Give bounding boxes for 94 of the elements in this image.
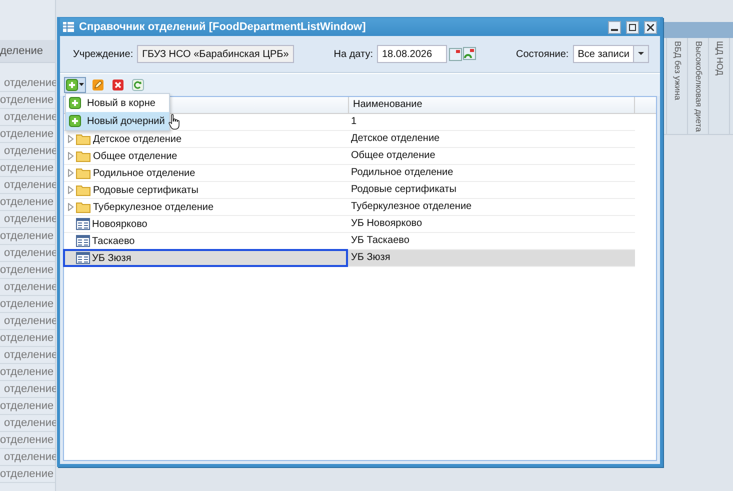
tree-node-label[interactable]: УБ Зюзя bbox=[92, 252, 132, 264]
plus-icon bbox=[66, 79, 78, 91]
column-header: ВБД без ужина bbox=[666, 38, 688, 134]
window-title: Справочник отделений [FoodDepartmentListWindow] bbox=[79, 21, 367, 33]
table-cell-text: Родильное отделение bbox=[350, 166, 454, 180]
edit-button[interactable] bbox=[90, 77, 106, 93]
expand-arrow-icon[interactable] bbox=[68, 203, 74, 211]
table-cell: отделение bbox=[0, 211, 55, 228]
table-cell-text: УБ Зюзя bbox=[350, 251, 392, 265]
table-cell-text: Детское отделение bbox=[350, 132, 441, 146]
table-cell-text: 1 bbox=[350, 115, 358, 129]
table-cell: отделение bbox=[0, 364, 55, 381]
table-cell: отделение bbox=[0, 296, 55, 313]
tree-node-label[interactable]: Туберкулезное отделение bbox=[93, 202, 214, 212]
refresh-icon bbox=[132, 79, 144, 91]
field-label: Состояние: bbox=[516, 48, 569, 60]
add-button[interactable] bbox=[64, 77, 86, 93]
table-row[interactable]: Родовые сертификаты Родовые сертификаты bbox=[64, 182, 635, 199]
table-cell: отделение bbox=[0, 160, 55, 177]
column-header: деление bbox=[0, 40, 55, 63]
column-header: ЩД НОД bbox=[709, 38, 730, 134]
column-header: Высокобелковая диета bbox=[688, 38, 709, 134]
folder-icon bbox=[76, 184, 91, 196]
menu-item[interactable]: Новый в корне bbox=[66, 94, 169, 112]
table-cell-text: Общее отделение bbox=[350, 149, 436, 163]
calendar-reset-icon[interactable] bbox=[463, 46, 476, 62]
table-cell: отделение bbox=[0, 466, 55, 483]
list-icon bbox=[76, 252, 90, 264]
refresh-button[interactable] bbox=[130, 77, 146, 93]
table-cell: отделение bbox=[0, 415, 55, 432]
list-icon bbox=[76, 235, 90, 247]
table-cell: отделение bbox=[0, 262, 55, 279]
folder-icon bbox=[76, 167, 91, 179]
tree-node-label[interactable]: Детское отделение bbox=[93, 134, 182, 144]
pencil-icon bbox=[92, 79, 104, 91]
table-cell: отделение bbox=[0, 109, 55, 126]
folder-icon bbox=[76, 150, 91, 162]
expand-arrow-icon[interactable] bbox=[68, 186, 74, 194]
tree-node-label[interactable]: Родовые сертификаты bbox=[93, 184, 198, 196]
table-cell: отделение bbox=[0, 347, 55, 364]
window-icon bbox=[63, 22, 74, 32]
table-cell: отделение bbox=[0, 194, 55, 211]
table-cell: отделение bbox=[0, 126, 55, 143]
table-cell: отделение bbox=[0, 177, 55, 194]
table-row[interactable]: УБ Зюзя УБ Зюзя bbox=[64, 250, 635, 267]
expand-arrow-icon[interactable] bbox=[68, 152, 74, 160]
plus-icon bbox=[69, 97, 81, 109]
tree-node-label[interactable]: Новоярково bbox=[92, 218, 148, 230]
table-row[interactable]: Туберкулезное отделение Туберкулезное отделение bbox=[64, 199, 635, 216]
field-label: На дату: bbox=[334, 48, 373, 60]
tree-node-label[interactable]: Таскаево bbox=[92, 236, 135, 246]
close-button[interactable] bbox=[644, 20, 657, 34]
field-label: Учреждение: bbox=[73, 48, 134, 60]
delete-icon bbox=[112, 79, 124, 91]
table-cell: отделение bbox=[0, 245, 55, 262]
expand-arrow-icon[interactable] bbox=[68, 135, 74, 143]
table-cell: отделение bbox=[0, 313, 55, 330]
list-icon bbox=[76, 218, 90, 230]
column-header: Наименование bbox=[349, 97, 635, 113]
table-row[interactable]: Детское отделение Детское отделение bbox=[64, 131, 635, 148]
table-cell: отделение bbox=[0, 449, 55, 466]
table-cell-text: Родовые сертификаты bbox=[350, 183, 458, 197]
panel-header-bar bbox=[662, 22, 733, 38]
table-cell: отделение bbox=[0, 381, 55, 398]
minimize-button[interactable] bbox=[608, 20, 621, 34]
table-cell: отделение bbox=[0, 143, 55, 160]
maximize-button[interactable] bbox=[626, 20, 639, 34]
tree-node-label[interactable]: Родильное отделение bbox=[93, 168, 196, 178]
table-cell: отделение bbox=[0, 228, 55, 245]
delete-button[interactable] bbox=[110, 77, 126, 93]
folder-icon bbox=[76, 133, 91, 145]
calendar-icon[interactable] bbox=[449, 48, 462, 60]
table-cell: отделение bbox=[0, 432, 55, 449]
plus-icon bbox=[69, 115, 81, 127]
table-cell-text: УБ Новоярково bbox=[350, 217, 424, 231]
table-cell-text: УБ Таскаево bbox=[350, 234, 410, 248]
close-icon bbox=[647, 24, 654, 30]
table-row[interactable]: Новоярково УБ Новоярково bbox=[64, 216, 635, 233]
caret-icon bbox=[79, 83, 84, 87]
date-field[interactable]: 18.08.2026 bbox=[377, 45, 447, 63]
table-cell-text: Туберкулезное отделение bbox=[350, 200, 473, 214]
maximize-icon bbox=[629, 24, 636, 30]
table-row[interactable]: Общее отделение Общее отделение bbox=[64, 148, 635, 165]
table-cell: отделение bbox=[0, 330, 55, 347]
table-cell: отделение bbox=[0, 75, 55, 92]
table-row[interactable]: Родильное отделение Родильное отделение bbox=[64, 165, 635, 182]
menu-item[interactable]: Новый дочерний bbox=[66, 112, 169, 130]
expand-arrow-icon[interactable] bbox=[68, 169, 74, 177]
institution-field[interactable]: ГБУЗ НСО «Барабинская ЦРБ» bbox=[137, 45, 294, 63]
table-cell: отделение bbox=[0, 92, 55, 109]
folder-icon bbox=[76, 201, 91, 213]
table-cell: отделение bbox=[0, 398, 55, 415]
tree-node-label[interactable]: Общее отделение bbox=[93, 150, 178, 162]
table-cell: отделение bbox=[0, 279, 55, 296]
